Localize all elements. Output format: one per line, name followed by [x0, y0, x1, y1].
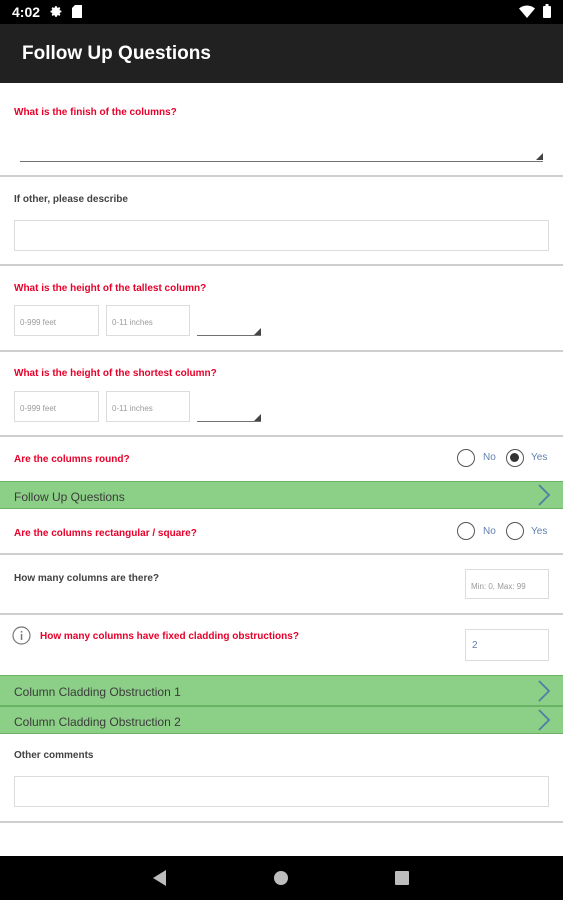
other-describe-input[interactable] — [14, 220, 549, 251]
divider — [0, 553, 563, 555]
gear-icon — [50, 5, 63, 23]
wifi-icon — [519, 4, 535, 23]
section-label: Follow Up Questions — [14, 490, 125, 504]
chevron-right-icon — [537, 484, 551, 511]
dropdown-arrow-icon — [254, 328, 261, 335]
dropdown-underline — [197, 421, 261, 422]
recents-icon[interactable] — [395, 871, 409, 890]
fixed-cladding-input[interactable]: 2 — [465, 629, 549, 661]
rectangular-yes-label: Yes — [531, 526, 548, 537]
sd-card-icon — [72, 5, 82, 23]
shortest-question-label: What is the height of the shortest colum… — [14, 368, 217, 379]
shortest-unit-dropdown[interactable] — [197, 407, 261, 422]
status-time: 4:02 — [12, 4, 41, 20]
rectangular-question-label: Are the columns rectangular / square? — [14, 528, 197, 539]
tallest-unit-dropdown[interactable] — [197, 321, 261, 336]
home-icon[interactable] — [274, 871, 288, 890]
tallest-question-label: What is the height of the tallest column… — [14, 283, 207, 294]
round-no-label: No — [483, 452, 496, 463]
obstruction-2-section-header[interactable]: Column Cladding Obstruction 2 — [0, 706, 563, 734]
tallest-inches-input[interactable]: 0-11 inches — [106, 305, 190, 336]
divider — [0, 613, 563, 615]
tallest-feet-input[interactable]: 0-999 feet — [14, 305, 99, 336]
finish-dropdown[interactable] — [20, 143, 543, 163]
dropdown-underline — [197, 335, 261, 336]
rectangular-no-label: No — [483, 526, 496, 537]
other-comments-label: Other comments — [14, 750, 94, 761]
rectangular-yes-radio[interactable] — [506, 522, 524, 540]
divider — [0, 175, 563, 177]
column-count-input[interactable]: Min: 0, Max: 99 — [465, 569, 549, 599]
round-yes-radio[interactable] — [506, 449, 524, 467]
divider — [0, 264, 563, 266]
finish-question-label: What is the finish of the columns? — [14, 107, 177, 118]
app-bar: Follow Up Questions — [0, 24, 563, 83]
back-icon[interactable] — [153, 870, 167, 891]
dropdown-arrow-icon — [536, 153, 543, 160]
chevron-right-icon — [537, 680, 551, 707]
column-count-label: How many columns are there? — [14, 573, 160, 584]
page-title: Follow Up Questions — [22, 43, 211, 64]
follow-up-section-header[interactable]: Follow Up Questions — [0, 481, 563, 509]
dropdown-arrow-icon — [254, 414, 261, 421]
system-nav-bar — [0, 856, 563, 900]
obstruction-1-section-header[interactable]: Column Cladding Obstruction 1 — [0, 675, 563, 706]
round-question-label: Are the columns round? — [14, 454, 130, 465]
divider — [0, 350, 563, 352]
info-icon[interactable] — [12, 626, 31, 650]
other-describe-label: If other, please describe — [14, 194, 128, 205]
divider — [0, 435, 563, 437]
shortest-inches-input[interactable]: 0-11 inches — [106, 391, 190, 422]
battery-icon — [543, 4, 551, 23]
round-yes-label: Yes — [531, 452, 548, 463]
shortest-feet-input[interactable]: 0-999 feet — [14, 391, 99, 422]
fixed-cladding-question-label: How many columns have fixed cladding obs… — [40, 631, 299, 642]
section-label: Column Cladding Obstruction 1 — [14, 685, 181, 699]
divider — [0, 821, 563, 823]
section-label: Column Cladding Obstruction 2 — [14, 715, 181, 729]
finish-dropdown-underline — [20, 161, 543, 162]
rectangular-no-radio[interactable] — [457, 522, 475, 540]
round-no-radio[interactable] — [457, 449, 475, 467]
form-content: What is the finish of the columns? If ot… — [0, 83, 563, 856]
chevron-right-icon — [537, 709, 551, 736]
status-bar: 4:02 — [0, 0, 563, 24]
other-comments-input[interactable] — [14, 776, 549, 807]
